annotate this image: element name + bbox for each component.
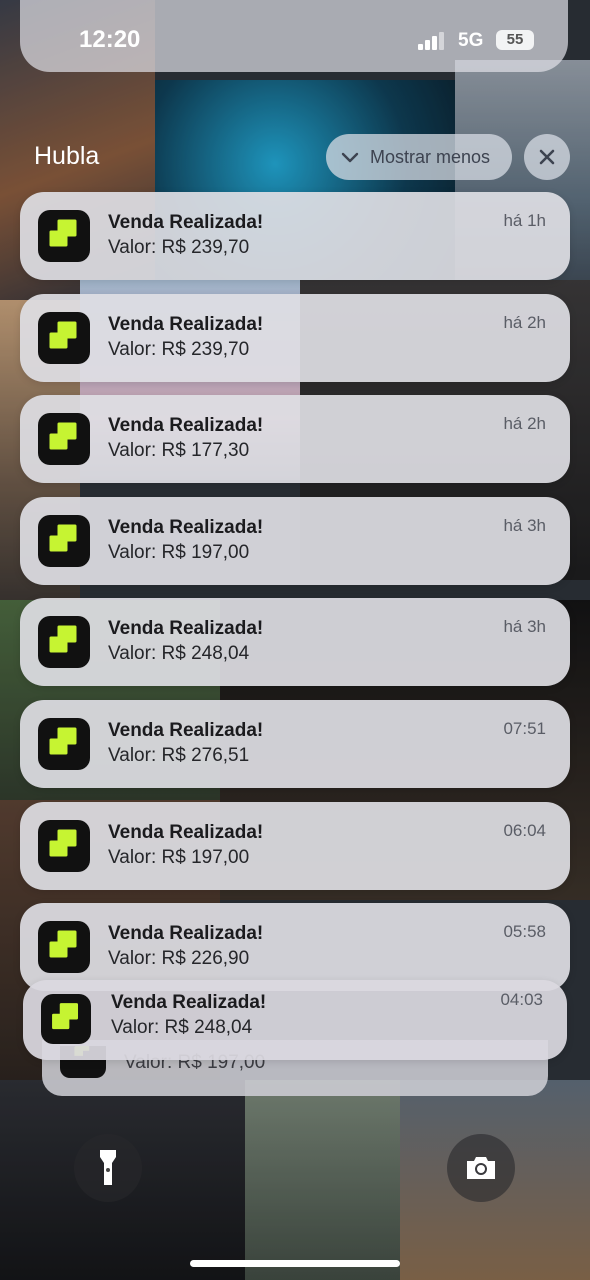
notification-time: há 3h	[503, 516, 546, 535]
notification-card[interactable]: Venda Realizada! Valor: R$ 197,00 há 3h	[20, 497, 570, 585]
notification-title: Venda Realizada!	[108, 618, 264, 639]
notification-body: Valor: R$ 239,70	[108, 339, 250, 360]
clear-group-button[interactable]	[524, 134, 570, 180]
hubla-app-icon	[41, 994, 91, 1044]
notification-title: Venda Realizada!	[108, 720, 264, 741]
notification-card[interactable]: Venda Realizada! Valor: R$ 248,04 há 3h	[20, 598, 570, 686]
show-less-label: Mostrar menos	[370, 146, 491, 167]
notification-time: há 1h	[503, 211, 546, 230]
notification-time: há 2h	[503, 414, 546, 433]
notification-time: 06:04	[503, 821, 546, 840]
notification-body: Valor: R$ 177,30	[108, 440, 250, 461]
hubla-app-icon	[38, 210, 90, 262]
notification-title: Venda Realizada!	[111, 992, 267, 1013]
camera-button[interactable]	[447, 1134, 515, 1202]
signal-icon	[418, 30, 444, 50]
notification-title: Venda Realizada!	[108, 314, 264, 335]
chevron-down-icon	[341, 152, 359, 163]
notification-card[interactable]: Venda Realizada! Valor: R$ 276,51 07:51	[20, 700, 570, 788]
notification-title: Venda Realizada!	[108, 822, 264, 843]
notification-body: Valor: R$ 197,00	[108, 542, 250, 563]
hubla-app-icon	[38, 515, 90, 567]
notification-card[interactable]: Venda Realizada! Valor: R$ 177,30 há 2h	[20, 395, 570, 483]
show-less-button[interactable]: Mostrar menos	[326, 134, 512, 180]
notification-title: Venda Realizada!	[108, 415, 264, 436]
notification-title: Venda Realizada!	[108, 923, 264, 944]
notification-time: há 3h	[503, 617, 546, 636]
notification-card[interactable]: Venda Realizada! Valor: R$ 239,70 há 1h	[20, 192, 570, 280]
notification-body: Valor: R$ 239,70	[108, 237, 250, 258]
hubla-app-icon	[38, 413, 90, 465]
hubla-app-icon	[38, 616, 90, 668]
close-icon	[539, 149, 555, 165]
notification-time: 04:03	[500, 990, 543, 1009]
notification-time: há 2h	[503, 313, 546, 332]
notification-card[interactable]: Venda Realizada! Valor: R$ 239,70 há 2h	[20, 294, 570, 382]
flashlight-button[interactable]	[74, 1134, 142, 1202]
notification-title: Venda Realizada!	[108, 212, 264, 233]
notification-body: Valor: R$ 276,51	[108, 745, 250, 766]
notification-time: 05:58	[503, 922, 546, 941]
battery-level: 55	[506, 31, 524, 48]
status-bar: 12:20 5G 55	[0, 0, 590, 80]
battery-icon: 55	[496, 30, 534, 50]
hubla-app-icon	[38, 718, 90, 770]
notification-card[interactable]: Venda Realizada! Valor: R$ 248,04 04:03	[23, 980, 567, 1060]
group-app-name: Hubla	[34, 142, 100, 170]
network-type: 5G	[458, 30, 484, 51]
hubla-app-icon	[38, 312, 90, 364]
notification-time: 07:51	[503, 719, 546, 738]
home-indicator[interactable]	[190, 1260, 400, 1267]
notification-card[interactable]: Venda Realizada! Valor: R$ 197,00 06:04	[20, 802, 570, 890]
flashlight-icon	[100, 1150, 116, 1185]
notification-body: Valor: R$ 226,90	[108, 948, 250, 969]
hubla-app-icon	[38, 820, 90, 872]
notification-title: Venda Realizada!	[108, 517, 264, 538]
camera-icon	[467, 1157, 495, 1179]
notification-body: Valor: R$ 197,00	[108, 847, 250, 868]
status-time: 12:20	[79, 26, 141, 53]
notification-body: Valor: R$ 248,04	[108, 643, 250, 664]
hubla-app-icon	[38, 921, 90, 973]
notification-body: Valor: R$ 248,04	[111, 1017, 253, 1038]
notification-card[interactable]: Venda Realizada! Valor: R$ 226,90 05:58	[20, 903, 570, 991]
